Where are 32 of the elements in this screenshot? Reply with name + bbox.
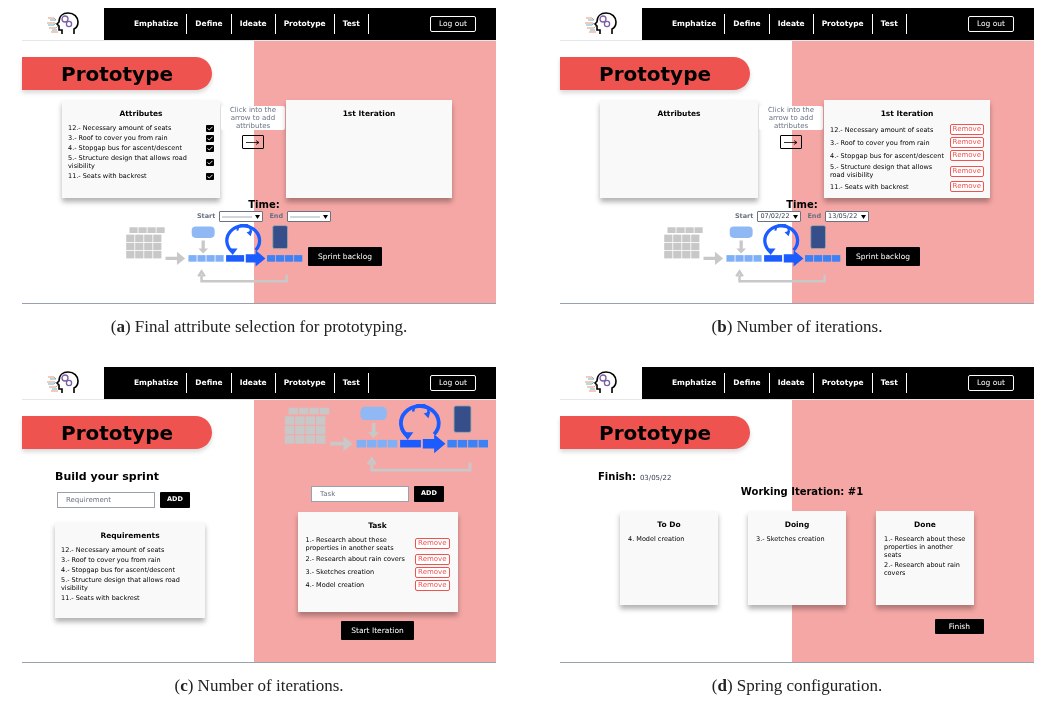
caret-icon — [793, 214, 799, 219]
caret-icon — [255, 214, 261, 219]
arrow-button[interactable] — [242, 135, 264, 149]
checkbox[interactable] — [206, 134, 214, 142]
figure-caption: (d) Spring configuration. — [711, 675, 883, 697]
finish-label: Finish: — [598, 470, 636, 484]
page-title: Prototype — [560, 57, 750, 90]
head-gears-logo-icon — [584, 371, 618, 395]
caret-icon — [861, 214, 867, 219]
time-label: Time: — [248, 198, 280, 211]
right-arrow-icon — [246, 139, 260, 145]
head-gears-logo-icon — [46, 12, 80, 36]
right-arrow-icon — [784, 139, 798, 145]
figure-caption: (c) Number of iterations. — [174, 675, 344, 697]
figure-caption: (a) Final attribute selection for prototyping. — [110, 316, 408, 338]
caret-icon — [323, 214, 329, 219]
checkbox[interactable] — [206, 124, 214, 132]
page-title: Prototype — [22, 416, 212, 449]
checkbox[interactable] — [206, 144, 214, 152]
head-gears-logo-icon — [46, 371, 80, 395]
date-dropdown[interactable] — [287, 211, 332, 222]
head-gears-logo-icon — [584, 12, 618, 36]
checkbox[interactable] — [206, 172, 214, 180]
page-title: Prototype — [560, 416, 750, 449]
working-iteration-heading: Working Iteration: #1 — [740, 485, 864, 499]
checkbox[interactable] — [206, 158, 214, 166]
time-label: Time: — [786, 198, 818, 211]
figure-caption: (b) Number of iterations. — [711, 316, 883, 338]
section-heading: Build your sprint — [55, 469, 160, 485]
date-dropdown[interactable] — [219, 211, 264, 222]
page-title: Prototype — [22, 57, 212, 90]
arrow-button[interactable] — [780, 135, 802, 149]
